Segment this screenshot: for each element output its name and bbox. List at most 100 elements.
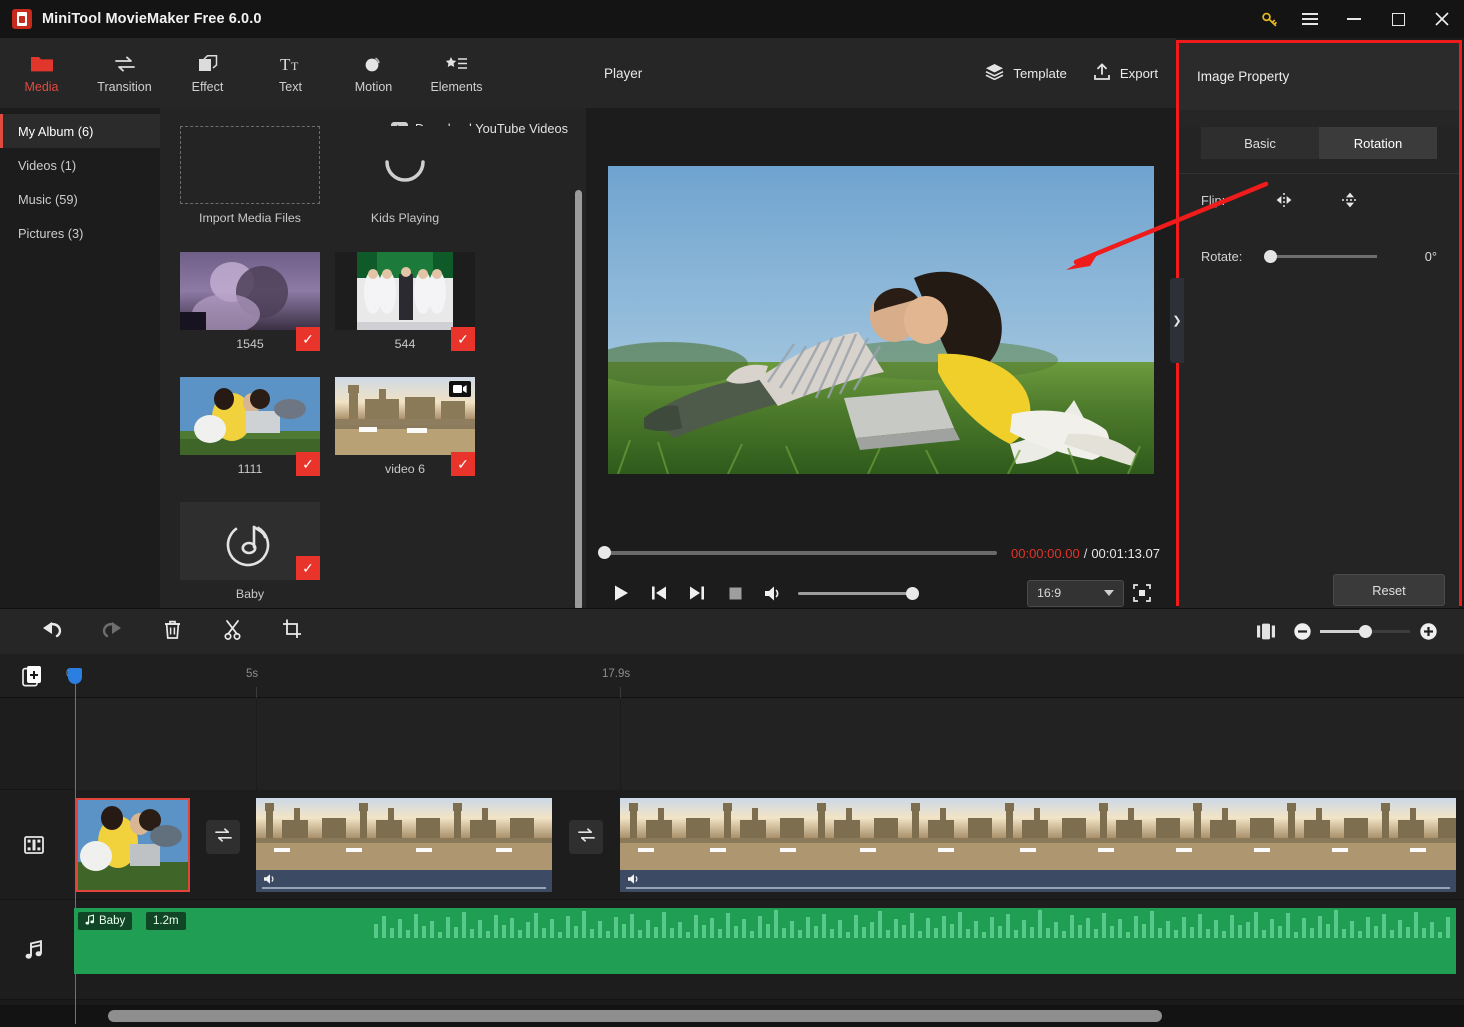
transition-icon bbox=[214, 827, 233, 848]
timeline-clip-2[interactable] bbox=[256, 798, 552, 892]
sidebar-item-videos[interactable]: Videos (1) bbox=[0, 148, 160, 182]
timeline-track-video[interactable] bbox=[0, 790, 1464, 900]
maximize-icon[interactable] bbox=[1376, 0, 1420, 38]
undo-button[interactable] bbox=[22, 609, 82, 655]
minimize-icon[interactable] bbox=[1332, 0, 1376, 38]
seek-handle[interactable] bbox=[598, 546, 611, 559]
zoom-handle[interactable] bbox=[1359, 625, 1372, 638]
ribbon-item-media[interactable]: Media bbox=[0, 38, 83, 108]
add-media-icon[interactable] bbox=[22, 665, 44, 687]
media-tile-1111[interactable]: ✓ 1111 bbox=[180, 377, 320, 476]
aspect-ratio-value: 16:9 bbox=[1037, 586, 1062, 600]
previous-frame-icon[interactable] bbox=[640, 577, 678, 609]
key-icon[interactable] bbox=[1250, 0, 1288, 38]
collapse-property-panel-button[interactable]: ❯ bbox=[1170, 278, 1184, 363]
template-button[interactable]: Template bbox=[985, 63, 1067, 83]
split-view-icon[interactable] bbox=[1248, 609, 1284, 655]
split-button[interactable] bbox=[202, 609, 262, 655]
timeline-transition-2[interactable] bbox=[569, 820, 603, 854]
timeline-track-overlay[interactable] bbox=[0, 698, 1464, 790]
media-tile-label: Import Media Files bbox=[199, 211, 301, 225]
play-icon[interactable] bbox=[602, 577, 640, 609]
sidebar-item-my-album[interactable]: My Album (6) bbox=[0, 114, 160, 148]
zoom-in-icon[interactable] bbox=[1410, 609, 1446, 655]
transition-icon bbox=[113, 53, 137, 75]
media-tile-baby[interactable]: ✓ Baby bbox=[180, 502, 320, 601]
timeline-toolbar bbox=[0, 608, 1464, 654]
media-thumbnail bbox=[180, 377, 320, 455]
rotate-value: 0° bbox=[1424, 248, 1437, 264]
crop-button[interactable] bbox=[262, 609, 322, 655]
ribbon-item-motion[interactable]: Motion bbox=[332, 38, 415, 108]
volume-handle[interactable] bbox=[906, 586, 919, 600]
fullscreen-icon[interactable] bbox=[1124, 577, 1160, 609]
flip-horizontal-icon[interactable] bbox=[1267, 185, 1301, 215]
ribbon-item-transition[interactable]: Transition bbox=[83, 38, 166, 108]
media-thumbnail bbox=[335, 126, 475, 204]
media-tile-label: Baby bbox=[235, 587, 265, 601]
media-tile-checkbox[interactable]: ✓ bbox=[451, 452, 475, 476]
loading-spinner-icon bbox=[385, 160, 425, 182]
timeline-ruler[interactable]: 0s 5s 17.9s bbox=[0, 654, 1464, 1024]
effect-icon bbox=[197, 53, 219, 75]
media-tile-checkbox[interactable]: ✓ bbox=[296, 556, 320, 580]
music-note-icon bbox=[226, 523, 270, 567]
layers-icon bbox=[985, 63, 1004, 83]
export-button[interactable]: Export bbox=[1093, 63, 1158, 84]
title-bar: MiniTool MovieMaker Free 6.0.0 bbox=[0, 0, 1464, 38]
ribbon-item-text[interactable]: TT Text bbox=[249, 38, 332, 108]
timeline-clip-1[interactable] bbox=[76, 798, 190, 892]
current-time: 00:00:00.00 bbox=[1011, 545, 1080, 561]
hamburger-menu-icon[interactable] bbox=[1288, 0, 1332, 38]
media-tile-1545[interactable]: ✓ 1545 bbox=[180, 252, 320, 351]
import-drop-zone[interactable] bbox=[180, 126, 320, 204]
playhead[interactable] bbox=[68, 668, 82, 1024]
rotate-slider[interactable] bbox=[1264, 249, 1377, 263]
image-property-panel: Image Property Basic Rotation Flip: Rota… bbox=[1176, 40, 1462, 620]
sidebar-item-pictures[interactable]: Pictures (3) bbox=[0, 216, 160, 250]
reset-button[interactable]: Reset bbox=[1333, 574, 1445, 606]
chevron-down-icon bbox=[1104, 590, 1114, 596]
timeline-audio-clip[interactable]: Baby 1.2m bbox=[74, 908, 1456, 974]
tab-rotation[interactable]: Rotation bbox=[1319, 127, 1437, 159]
template-label: Template bbox=[1013, 65, 1067, 81]
stop-icon[interactable] bbox=[716, 577, 754, 609]
timeline-clip-3[interactable] bbox=[620, 798, 1456, 892]
flip-label: Flip: bbox=[1201, 192, 1226, 208]
media-tile-544[interactable]: ✓ 544 bbox=[335, 252, 475, 351]
delete-button[interactable] bbox=[142, 609, 202, 655]
crop-icon bbox=[282, 619, 302, 644]
seek-slider[interactable] bbox=[598, 546, 997, 559]
close-icon[interactable] bbox=[1420, 0, 1464, 38]
timeline-horizontal-scrollbar[interactable] bbox=[0, 1005, 1464, 1027]
redo-button[interactable] bbox=[82, 609, 142, 655]
next-frame-icon[interactable] bbox=[678, 577, 716, 609]
media-tile-kids-playing[interactable]: Kids Playing bbox=[335, 126, 475, 225]
media-panel-scrollbar[interactable] bbox=[575, 190, 582, 608]
media-tile-checkbox[interactable]: ✓ bbox=[296, 327, 320, 351]
sidebar-item-label: Videos (1) bbox=[18, 157, 77, 173]
ribbon-item-effect[interactable]: Effect bbox=[166, 38, 249, 108]
sidebar-item-label: Music (59) bbox=[18, 191, 78, 207]
ribbon-item-elements[interactable]: Elements bbox=[415, 38, 498, 108]
property-tabs: Basic Rotation bbox=[1201, 127, 1437, 159]
folder-icon bbox=[30, 53, 54, 75]
media-tile-checkbox[interactable]: ✓ bbox=[296, 452, 320, 476]
timeline-transition-1[interactable] bbox=[206, 820, 240, 854]
media-tile-video-6[interactable]: ✓ video 6 bbox=[335, 377, 475, 476]
timeline-zoom-slider[interactable] bbox=[1320, 625, 1410, 638]
media-tile-import[interactable]: Import Media Files bbox=[180, 126, 320, 225]
flip-vertical-icon[interactable] bbox=[1333, 185, 1367, 215]
timeline-track-audio[interactable]: Baby 1.2m bbox=[0, 900, 1464, 1000]
ribbon-label: Text bbox=[279, 79, 302, 94]
aspect-ratio-select[interactable]: 16:9 bbox=[1027, 579, 1124, 607]
player-seek-row: 00:00:00.00 / 00:01:13.07 bbox=[586, 536, 1176, 570]
volume-slider[interactable] bbox=[798, 586, 919, 600]
preview-stage[interactable] bbox=[608, 166, 1154, 474]
media-tile-checkbox[interactable]: ✓ bbox=[451, 327, 475, 351]
sidebar-item-music[interactable]: Music (59) bbox=[0, 182, 160, 216]
zoom-out-icon[interactable] bbox=[1284, 609, 1320, 655]
rotate-handle[interactable] bbox=[1264, 249, 1277, 263]
volume-icon[interactable] bbox=[754, 577, 792, 609]
tab-basic[interactable]: Basic bbox=[1201, 127, 1319, 159]
